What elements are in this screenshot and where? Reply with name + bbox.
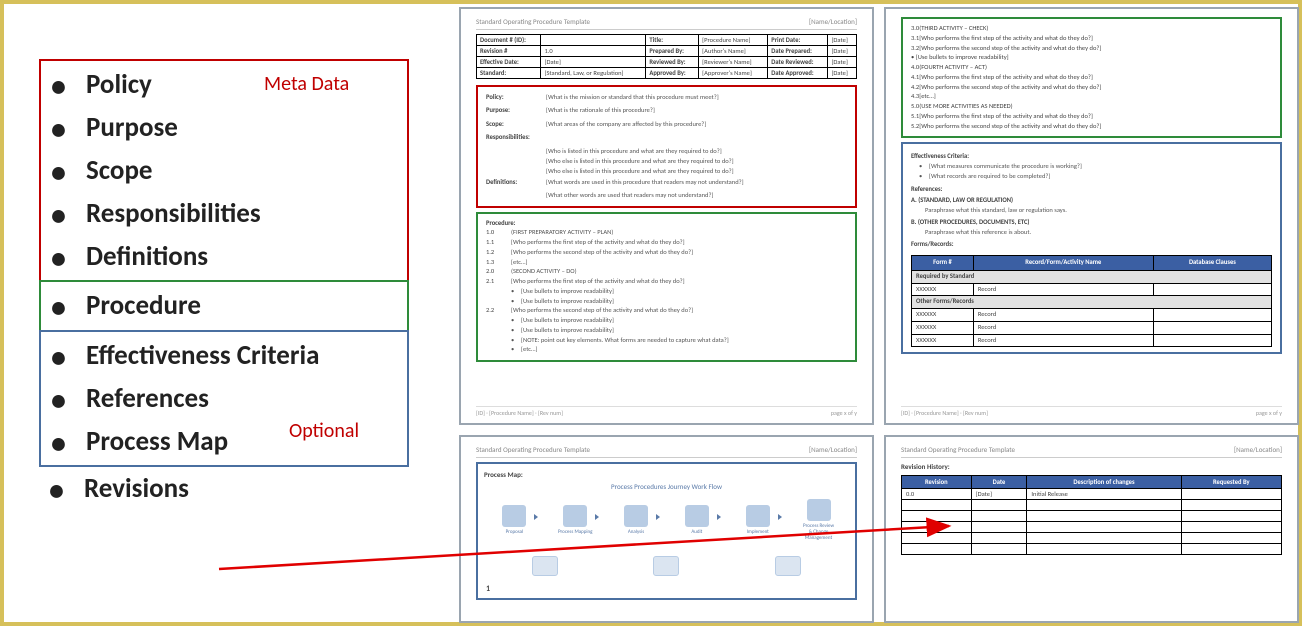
revision-history-table: RevisionDateDescription of changesReques…	[901, 475, 1282, 555]
doc-page-4: Standard Operating Procedure Template [N…	[884, 435, 1299, 623]
optional-label: Optional	[289, 419, 359, 443]
meta-table: Document # (ID):Title:[Procedure Name]Pr…	[476, 34, 857, 79]
document-pages: Standard Operating Procedure Template [N…	[459, 7, 1299, 623]
section-definitions: Definitions	[41, 235, 407, 278]
optional-section-p2: Effectiveness Criteria:[What measures co…	[901, 142, 1282, 354]
pm-node: Proposal	[497, 505, 532, 535]
meta-data-section: Policy:[What is the mission or standard …	[476, 85, 857, 208]
doc-header-right: [Name/Location]	[809, 17, 857, 26]
pm-node: Audit	[679, 505, 714, 535]
pm-sub-icon	[532, 556, 558, 576]
process-map-title: Process Map:	[484, 470, 849, 479]
pm-node: Analysis	[619, 505, 654, 535]
procedure-section-p1: Procedure:1.0(FIRST PREPARATORY ACTIVITY…	[476, 212, 857, 363]
doc-header-left: Standard Operating Procedure Template	[476, 445, 590, 454]
pm-sub-icon	[775, 556, 801, 576]
pm-page-number: 1	[486, 584, 490, 594]
doc-footer-right: page x of y	[1256, 409, 1282, 417]
section-scope: Scope	[41, 149, 407, 192]
doc-header-left: Standard Operating Procedure Template	[901, 445, 1015, 454]
procedure-section-p2: 3.0(THIRD ACTIVITY – CHECK)3.1[Who perfo…	[901, 17, 1282, 138]
section-responsibilities: Responsibilities	[41, 192, 407, 235]
procedure-box: Procedure	[39, 280, 409, 331]
section-effectiveness: Effectiveness Criteria	[41, 334, 407, 377]
meta-data-label: Meta Data	[264, 72, 349, 96]
doc-header-right: [Name/Location]	[1234, 445, 1282, 454]
pm-sub-icon	[653, 556, 679, 576]
doc-page-2: 3.0(THIRD ACTIVITY – CHECK)3.1[Who perfo…	[884, 7, 1299, 425]
doc-header-left: Standard Operating Procedure Template	[476, 17, 590, 26]
optional-box: Effectiveness Criteria References Proces…	[39, 330, 409, 467]
doc-footer-left: [ID] · [Procedure Name] · [Rev num]	[476, 409, 563, 417]
meta-data-box: Policy Purpose Scope Responsibilities De…	[39, 59, 409, 282]
doc-page-1: Standard Operating Procedure Template [N…	[459, 7, 874, 425]
process-map-sub-icons	[484, 556, 849, 576]
process-map-box: Process Map: Process Procedures Journey …	[476, 462, 857, 600]
doc-header-right: [Name/Location]	[809, 445, 857, 454]
doc-footer-left: [ID] · [Procedure Name] · [Rev num]	[901, 409, 988, 417]
pm-node: Implement	[740, 505, 775, 535]
process-map-subtitle: Process Procedures Journey Work Flow	[484, 482, 849, 491]
section-purpose: Purpose	[41, 106, 407, 149]
revision-history-title: Revision History:	[901, 462, 1282, 471]
doc-footer-right: page x of y	[831, 409, 857, 417]
section-references: References	[41, 377, 407, 420]
process-map-flow: Proposal Process Mapping Analysis Audit Impl…	[484, 499, 849, 541]
pm-node: Process Review & Change Management	[801, 499, 836, 541]
section-policy: Policy	[41, 63, 407, 106]
doc-page-3: Standard Operating Procedure Template [N…	[459, 435, 874, 623]
section-procedure: Procedure	[41, 284, 407, 327]
section-revisions: Revisions	[39, 467, 409, 510]
pm-node: Process Mapping	[558, 505, 593, 535]
